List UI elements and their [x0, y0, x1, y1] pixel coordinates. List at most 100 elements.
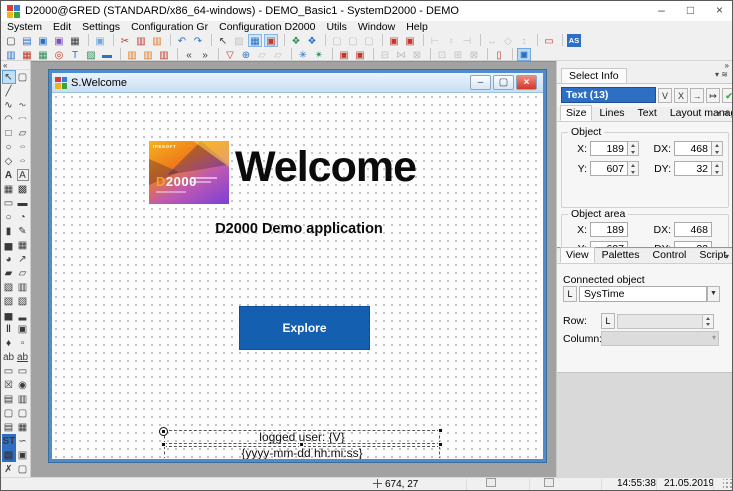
align-right-icon[interactable]: ⊣ [460, 34, 474, 47]
grid-toggle-icon[interactable]: ▦ [248, 34, 262, 47]
d2000-promo-image[interactable]: IPESOFT D2000 [149, 141, 229, 204]
tool-3d-chart[interactable]: ▦ [16, 238, 30, 252]
forward-icon[interactable]: » [198, 48, 212, 61]
explore-button[interactable]: Explore [239, 306, 370, 350]
same-width-icon[interactable]: ↔ [485, 34, 499, 47]
ungroup-icon[interactable]: ▢ [346, 34, 360, 47]
tool-entry-ab[interactable]: ab [16, 350, 30, 364]
node-tree-icon[interactable]: ✴ [312, 48, 326, 61]
collapse-palette-icon[interactable]: « [1, 61, 30, 70]
tool-checkbox[interactable]: ☒ [2, 378, 16, 392]
tool-alarm[interactable]: ♦ [2, 336, 16, 350]
window-order-icon[interactable]: ▯ [492, 48, 506, 61]
palette-editor-icon[interactable]: ▦ [20, 48, 34, 61]
zoom-icon[interactable]: ⊕ [239, 48, 253, 61]
tool-delete[interactable]: ✗ [2, 462, 16, 476]
center-horizontal-icon[interactable]: ⊟ [378, 48, 392, 61]
tool-parallelogram[interactable]: ▱ [16, 126, 30, 140]
tool-image-b[interactable]: ▧ [16, 294, 30, 308]
tool-line[interactable]: ╱ [2, 84, 16, 98]
menu-configuration-d2000[interactable]: Configuration D2000 [219, 21, 315, 33]
tool-circle-outline[interactable]: ○ [2, 210, 16, 224]
tool-ellipse-rotated[interactable]: ○ [16, 157, 30, 165]
tool-polyline[interactable]: ∿ [2, 98, 16, 112]
same-height-icon[interactable]: ↕ [517, 34, 531, 47]
connect-tree-icon[interactable]: ❖ [305, 34, 319, 47]
connect-object-icon[interactable]: ❖ [289, 34, 303, 47]
tool-marquee[interactable]: ▢ [16, 70, 30, 84]
minimize-button[interactable]: – [647, 1, 676, 21]
tool-picture[interactable]: ▣ [16, 322, 30, 336]
tool-window[interactable]: ▢ [2, 406, 16, 420]
print-icon[interactable]: ▦ [68, 34, 82, 47]
bring-to-front-icon[interactable]: ▣ [387, 34, 401, 47]
select-region-icon[interactable]: ▧ [232, 34, 246, 47]
tool-color-strip[interactable]: ▰ [2, 266, 16, 280]
align-left-icon[interactable]: ⊢ [428, 34, 442, 47]
panel-menu-icon[interactable]: ▾ ≋ [715, 70, 728, 79]
new-picture-icon[interactable]: ▢ [4, 34, 18, 47]
frame-icon[interactable]: ▣ [517, 48, 531, 61]
picture-close-button[interactable]: × [516, 75, 537, 90]
selection-handle[interactable] [438, 428, 443, 433]
collapse-panel-icon[interactable]: » [725, 61, 729, 70]
tool-box-edit[interactable]: ✎ [16, 224, 30, 238]
tool-window-alt[interactable]: ▢ [16, 406, 30, 420]
selection-handle[interactable] [299, 458, 304, 459]
resize-grip[interactable] [723, 479, 733, 489]
selection-combo[interactable]: Text (13) [561, 87, 656, 103]
local-variable-button[interactable]: L [563, 286, 577, 302]
space-vertical-icon[interactable]: ⊞ [451, 48, 465, 61]
align-center-icon[interactable]: ♁ [444, 34, 458, 47]
tool-area-chart[interactable]: ▂ [16, 308, 30, 322]
paste-attributes-icon[interactable]: ▥ [141, 48, 155, 61]
node-edit-icon[interactable]: ✳ [296, 48, 310, 61]
picture-canvas[interactable]: IPESOFT D2000 Welcome D2000 Demo applica… [52, 93, 543, 459]
image-library-icon[interactable]: ▨ [84, 48, 98, 61]
menu-utils[interactable]: Utils [326, 21, 346, 33]
tool-ellipse[interactable]: ○ [2, 140, 16, 154]
object-x-field[interactable]: 189 [590, 141, 628, 156]
tool-3d-box[interactable]: ▩ [16, 182, 30, 196]
space-evenly-icon[interactable]: ⋈ [394, 48, 408, 61]
tool-gray-box[interactable]: ▨ [2, 280, 16, 294]
object-x-spinner[interactable] [628, 141, 639, 156]
tab-lines[interactable]: Lines [593, 105, 630, 121]
tab-palettes[interactable]: Palettes [596, 247, 646, 263]
view-tab-menu-icon[interactable]: ▾ [725, 252, 729, 261]
tool-polyline-segments[interactable]: ∿ [16, 101, 30, 109]
tool-arc-small[interactable]: ◠ [16, 115, 30, 123]
object-y-field[interactable]: 607 [590, 161, 628, 176]
select-info-tab[interactable]: Select Info [561, 68, 627, 83]
menu-settings[interactable]: Settings [82, 21, 120, 33]
tool-empty[interactable] [16, 84, 30, 98]
tool-pointer[interactable]: ↖ [2, 70, 16, 84]
tab-control[interactable]: Control [647, 247, 693, 263]
value-button[interactable]: V [658, 88, 672, 103]
tool-lasso[interactable]: ∽ [16, 434, 30, 448]
page-bounds-icon[interactable]: ▣ [264, 34, 278, 47]
tool-swt[interactable]: ST [2, 434, 16, 448]
menu-configuration-gr[interactable]: Configuration Gr [131, 21, 208, 33]
save-icon[interactable]: ▣ [36, 34, 50, 47]
flip-horizontal-icon[interactable]: ▣ [337, 48, 351, 61]
tool-button[interactable]: ▭ [2, 364, 16, 378]
open-picture-icon[interactable]: ▤ [20, 34, 34, 47]
tool-ellipse-flat[interactable]: ○ [16, 143, 30, 151]
tool-image-list[interactable]: ▥ [16, 392, 30, 406]
object-dx-field[interactable]: 468 [674, 141, 712, 156]
apply-button[interactable]: ✔ [722, 88, 733, 103]
back-icon[interactable]: « [182, 48, 196, 61]
tab-bar-menu-icon[interactable]: ▾ ≋ [716, 109, 729, 118]
selection-handle[interactable] [161, 442, 166, 447]
tool-list[interactable]: ▤ [2, 392, 16, 406]
copy-icon[interactable]: ▥ [134, 34, 148, 47]
tool-rect-filled[interactable]: ▭ [2, 196, 16, 210]
tool-arc[interactable]: ◠ [2, 112, 16, 126]
tool-doc-blue[interactable]: ▤ [2, 448, 16, 462]
tool-radio[interactable]: ◉ [16, 378, 30, 392]
stretch-vertical-icon[interactable]: ⊠ [467, 48, 481, 61]
menu-edit[interactable]: Edit [53, 21, 71, 33]
pointer-mode-icon[interactable]: ↖ [216, 34, 230, 47]
split-view-icon[interactable]: ▥ [4, 48, 18, 61]
